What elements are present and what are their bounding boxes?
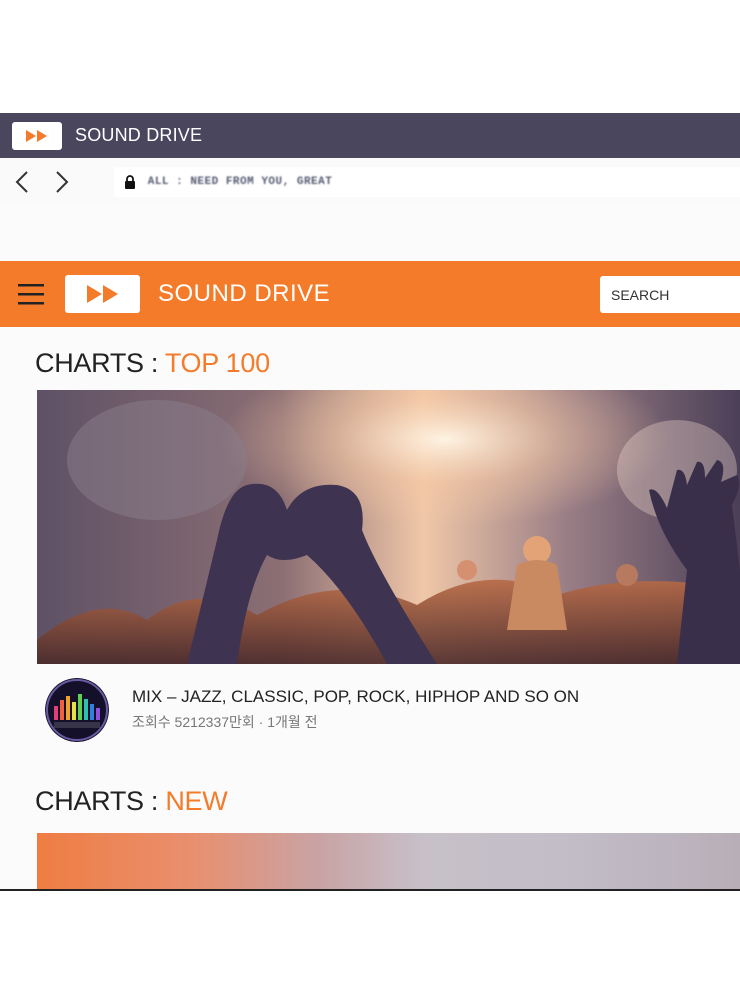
site-name: SOUND DRIVE	[158, 280, 331, 307]
section-highlight: TOP 100	[164, 348, 270, 378]
video-title[interactable]: MIX – JAZZ, CLASSIC, POP, ROCK, HIPHOP A…	[132, 687, 579, 707]
app-window: SOUND DRIVE ALL : NEED FROM YOU, GREAT S…	[0, 113, 740, 891]
back-button[interactable]	[10, 170, 34, 194]
section-title-top100: CHARTS : TOP 100	[35, 348, 270, 379]
fast-forward-icon	[86, 285, 118, 303]
search-input[interactable]	[600, 276, 740, 313]
section-prefix: CHARTS :	[35, 786, 166, 816]
hamburger-icon[interactable]	[17, 282, 47, 306]
browser-nav-bar: ALL : NEED FROM YOU, GREAT	[0, 158, 740, 206]
section-highlight: NEW	[165, 786, 228, 816]
channel-avatar[interactable]	[45, 678, 109, 742]
equalizer-icon	[45, 678, 109, 742]
section-title-new: CHARTS : NEW	[35, 786, 228, 817]
lock-icon	[124, 175, 135, 189]
video-stats: 조회수 5212337만회 · 1개월 전	[132, 714, 318, 730]
forward-button[interactable]	[50, 170, 74, 194]
address-url: ALL : NEED FROM YOU, GREAT	[147, 176, 333, 188]
video-thumbnail[interactable]	[37, 390, 740, 664]
site-logo[interactable]	[65, 275, 140, 313]
chevron-right-icon	[56, 171, 69, 193]
app-logo	[12, 121, 62, 150]
address-bar[interactable]: ALL : NEED FROM YOU, GREAT	[113, 167, 740, 197]
section-prefix: CHARTS :	[35, 348, 165, 378]
chevron-left-icon	[15, 171, 28, 193]
browser-title: SOUND DRIVE	[75, 125, 203, 145]
video-meta: MIX – JAZZ, CLASSIC, POP, ROCK, HIPHOP A…	[45, 678, 735, 742]
browser-title-bar: SOUND DRIVE	[0, 113, 740, 158]
site-header: SOUND DRIVE	[0, 261, 740, 327]
concert-image	[37, 390, 740, 664]
new-video-thumbnail[interactable]	[37, 833, 740, 889]
fast-forward-icon	[26, 129, 47, 142]
